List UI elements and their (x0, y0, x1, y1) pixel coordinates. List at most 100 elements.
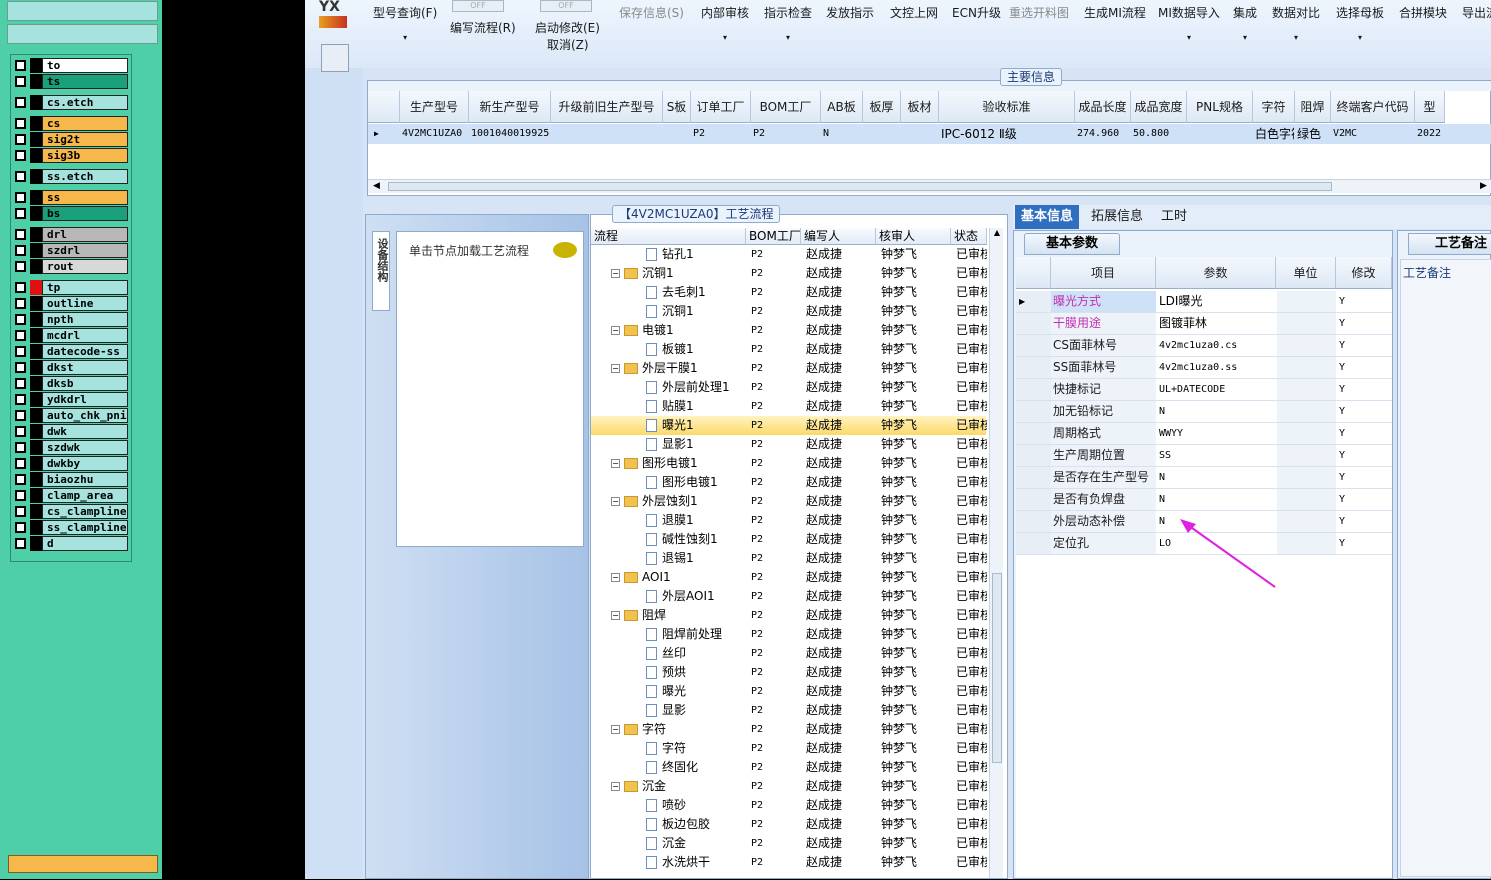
layer-name[interactable]: outline (42, 296, 128, 311)
main-info-header[interactable]: 生产型号 (400, 91, 469, 123)
layer-name[interactable]: d (42, 536, 128, 551)
layer-row[interactable]: dksb (12, 376, 130, 391)
layer-name[interactable]: rout (42, 259, 128, 274)
layer-color-swatch[interactable] (30, 280, 42, 295)
layer-row[interactable]: ss.etch (12, 169, 130, 184)
flow-vscrollbar[interactable]: ▲ (989, 228, 1003, 878)
main-info-header[interactable]: AB板 (821, 91, 863, 123)
layer-checkbox[interactable] (15, 118, 26, 129)
layer-color-swatch[interactable] (30, 328, 42, 343)
flow-tree-row[interactable]: 退膜1 P2 赵成捷 钟梦飞 已审核 (591, 511, 987, 530)
layer-row[interactable]: mcdrl (12, 328, 130, 343)
main-info-cell[interactable]: P2 (753, 124, 820, 144)
param-modify-cell[interactable]: Y (1337, 423, 1392, 444)
param-value-cell[interactable]: 4v2mc1uza0.ss (1157, 357, 1276, 378)
main-info-header[interactable]: 型 (1415, 91, 1445, 123)
flow-header[interactable]: 流程 (591, 228, 746, 245)
layer-row[interactable]: bs (12, 206, 130, 221)
calculator-icon[interactable] (321, 44, 349, 72)
reselect-chart-button[interactable]: 重选开料图 (1009, 4, 1069, 21)
layer-name[interactable]: biaozhu (42, 472, 128, 487)
flow-node-name[interactable]: 图形电镀1 (591, 473, 746, 492)
layer-row[interactable]: ts (12, 74, 130, 89)
layer-row[interactable]: drl (12, 227, 130, 242)
collapse-icon[interactable]: − (611, 573, 620, 582)
layer-checkbox[interactable] (15, 171, 26, 182)
flow-node-name[interactable]: 退膜1 (591, 511, 746, 530)
layer-checkbox[interactable] (15, 134, 26, 145)
params-header[interactable]: 项目 (1051, 257, 1156, 289)
flow-tree-row[interactable]: − 字符 P2 赵成捷 钟梦飞 已审核 (591, 720, 987, 739)
flow-tree-row[interactable]: 退锡1 P2 赵成捷 钟梦飞 已审核 (591, 549, 987, 568)
layer-row[interactable]: biaozhu (12, 472, 130, 487)
main-info-cell[interactable]: 绿色 (1297, 124, 1330, 144)
main-info-cell[interactable] (865, 124, 900, 144)
flow-tree-row[interactable]: 钻孔1 P2 赵成捷 钟梦飞 已审核 (591, 245, 987, 264)
layer-name[interactable]: ss.etch (42, 169, 128, 184)
layer-color-swatch[interactable] (30, 536, 42, 551)
main-info-cell[interactable]: N (823, 124, 862, 144)
flow-node-name[interactable]: 碱性蚀刻1 (591, 530, 746, 549)
flow-tree-row[interactable]: 显影1 P2 赵成捷 钟梦飞 已审核 (591, 435, 987, 454)
layer-name[interactable]: auto_chk_pni (42, 408, 128, 423)
flow-node-name[interactable]: − 电镀1 (591, 321, 746, 340)
layer-checkbox[interactable] (15, 474, 26, 485)
mi-import-button[interactable]: MI数据导入 ▾ (1158, 4, 1220, 42)
layer-color-swatch[interactable] (30, 95, 42, 110)
collapse-icon[interactable]: − (611, 269, 620, 278)
flow-tree-row[interactable]: 曝光1 P2 赵成捷 钟梦飞 已审核 (591, 416, 987, 435)
layer-row[interactable]: datecode-ss (12, 344, 130, 359)
layer-row[interactable]: dwk (12, 424, 130, 439)
main-info-cell[interactable]: P2 (693, 124, 750, 144)
layer-color-swatch[interactable] (30, 296, 42, 311)
layer-row[interactable]: to (12, 58, 130, 73)
integrate-button[interactable]: 集成 ▾ (1233, 4, 1257, 42)
layer-color-swatch[interactable] (30, 488, 42, 503)
main-info-cell[interactable] (665, 124, 690, 144)
data-compare-button[interactable]: 数据对比 ▾ (1272, 4, 1320, 42)
flow-tree-row[interactable]: 板镀1 P2 赵成捷 钟梦飞 已审核 (591, 340, 987, 359)
flow-node-name[interactable]: − 图形电镀1 (591, 454, 746, 473)
main-info-cell[interactable]: 2022 (1417, 124, 1444, 144)
param-row[interactable]: 干膜用途 图镀菲林 Y (1016, 313, 1392, 335)
layer-color-swatch[interactable] (30, 456, 42, 471)
layer-checkbox[interactable] (15, 245, 26, 256)
main-info-hscrollbar[interactable]: ◀ ▶ (368, 179, 1491, 193)
flow-node-name[interactable]: 显影 (591, 701, 746, 720)
layer-color-swatch[interactable] (30, 227, 42, 242)
param-row[interactable]: ▶ 曝光方式 LDI曝光 Y (1016, 291, 1392, 313)
layer-row[interactable]: cs (12, 116, 130, 131)
collapse-icon[interactable]: − (611, 497, 620, 506)
flow-node-name[interactable]: − 外层蚀刻1 (591, 492, 746, 511)
layer-color-swatch[interactable] (30, 132, 42, 147)
tab-basic-info[interactable]: 基本信息 (1015, 205, 1080, 229)
param-row[interactable]: 加无铅标记 N Y (1016, 401, 1392, 423)
flow-tree-row[interactable]: − 沉金 P2 赵成捷 钟梦飞 已审核 (591, 777, 987, 796)
layer-color-swatch[interactable] (30, 148, 42, 163)
params-header[interactable]: 参数 (1156, 257, 1276, 289)
main-info-header[interactable]: 成品长度 (1075, 91, 1131, 123)
flow-node-name[interactable]: 曝光 (591, 682, 746, 701)
flow-tree-row[interactable]: 沉铜1 P2 赵成捷 钟梦飞 已审核 (591, 302, 987, 321)
flow-tree-row[interactable]: 终固化 P2 赵成捷 钟梦飞 已审核 (591, 758, 987, 777)
main-info-cell[interactable]: 白色字符 (1255, 124, 1294, 144)
flow-node-name[interactable]: 曝光1 (591, 416, 746, 435)
cancel-button[interactable]: 取消(Z) (547, 36, 589, 53)
flow-tree-row[interactable]: 去毛刺1 P2 赵成捷 钟梦飞 已审核 (591, 283, 987, 302)
layer-color-swatch[interactable] (30, 472, 42, 487)
main-info-cell[interactable]: V2MC (1333, 124, 1414, 144)
param-value-cell[interactable]: UL+DATECODE (1157, 379, 1276, 400)
param-modify-cell[interactable]: Y (1337, 533, 1392, 554)
instruction-check-button[interactable]: 指示检查 ▾ (764, 4, 812, 42)
layer-color-swatch[interactable] (30, 206, 42, 221)
layer-checkbox[interactable] (15, 192, 26, 203)
flow-header[interactable]: BOM工厂 (746, 228, 801, 245)
collapse-icon[interactable]: − (611, 364, 620, 373)
flow-tree-row[interactable]: 碱性蚀刻1 P2 赵成捷 钟梦飞 已审核 (591, 530, 987, 549)
layer-color-swatch[interactable] (30, 74, 42, 89)
param-row[interactable]: SS面菲林号 4v2mc1uza0.ss Y (1016, 357, 1392, 379)
save-info-button[interactable]: 保存信息(S) (619, 4, 684, 21)
param-modify-cell[interactable]: Y (1337, 357, 1392, 378)
flow-tree-row[interactable]: − 阻焊 P2 赵成捷 钟梦飞 已审核 (591, 606, 987, 625)
flow-tree-row[interactable]: 沉金 P2 赵成捷 钟梦飞 已审核 (591, 834, 987, 853)
